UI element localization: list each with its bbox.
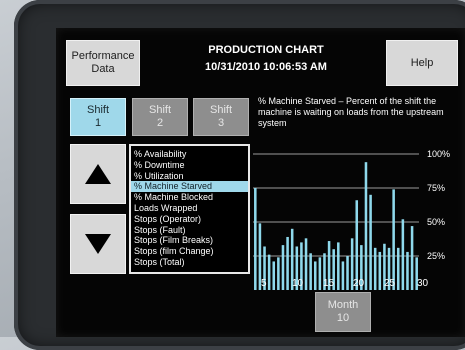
month-label: Month	[327, 299, 359, 311]
x-tick-label: 25	[384, 278, 396, 289]
month-button[interactable]: Month 10	[315, 292, 371, 332]
metric-item-machine-blocked[interactable]: % Machine Blocked	[131, 192, 248, 203]
bar	[346, 256, 349, 290]
bar	[254, 188, 257, 290]
metric-description: % Machine Starved – Percent of the shift…	[258, 96, 444, 128]
scroll-down-button[interactable]	[70, 214, 126, 274]
scroll-up-button[interactable]	[70, 144, 126, 204]
production-bar-chart: 100% 75% 50% 25%	[253, 149, 450, 290]
y-tick-label: 100%	[427, 149, 450, 159]
bar	[318, 257, 322, 290]
triangle-down-icon	[85, 234, 111, 254]
shift-3-button[interactable]: Shift 3	[193, 98, 249, 136]
x-tick-label: 15	[323, 278, 335, 289]
metric-item-stops-film-change[interactable]: Stops (film Change)	[131, 246, 248, 257]
bar	[341, 261, 345, 290]
bar	[286, 236, 289, 290]
shift-1-button[interactable]: Shift 1	[70, 98, 126, 136]
performance-data-label: Performance Data	[71, 50, 135, 75]
shift-2-label: Shift	[148, 104, 171, 116]
metric-item-availability[interactable]: % Availability	[131, 149, 248, 160]
metric-item-stops-fault[interactable]: Stops (Fault)	[131, 225, 248, 236]
bar	[396, 247, 400, 290]
metric-item-utilization[interactable]: % Utilization	[131, 171, 248, 182]
bar	[337, 242, 340, 290]
metric-item-machine-starved[interactable]: % Machine Starved	[131, 181, 248, 193]
triangle-up-icon	[85, 164, 111, 184]
metric-list: % Availability % Downtime % Utilization …	[129, 144, 250, 274]
help-label: Help	[410, 56, 434, 69]
bar	[369, 194, 372, 290]
metric-item-downtime[interactable]: % Downtime	[131, 160, 248, 171]
shift-2-number: 2	[156, 117, 164, 129]
metric-item-stops-total[interactable]: Stops (Total)	[131, 257, 248, 268]
bar	[309, 253, 312, 290]
shift-1-label: Shift	[86, 104, 109, 116]
datetime-readout: 10/31/2010 10:06:53 AM	[205, 61, 327, 73]
page-title: PRODUCTION CHART 10/31/2010 10:06:53 AM	[171, 42, 361, 76]
bar	[392, 189, 395, 290]
bar	[410, 226, 414, 290]
performance-data-button[interactable]: Performance Data	[66, 40, 140, 86]
y-tick-label: 75%	[427, 183, 445, 193]
shift-1-number: 1	[94, 117, 102, 129]
bar	[281, 245, 285, 290]
x-tick-label: 20	[353, 278, 365, 289]
y-tick-label: 50%	[427, 217, 445, 227]
y-tick-label: 25%	[427, 251, 445, 261]
shift-3-number: 3	[217, 117, 225, 129]
metric-item-stops-operator[interactable]: Stops (Operator)	[131, 214, 248, 225]
bar	[355, 200, 359, 290]
help-button[interactable]: Help	[386, 40, 458, 86]
bar	[373, 247, 377, 290]
bar	[272, 261, 276, 290]
bar	[267, 254, 271, 290]
x-tick-label: 30	[417, 278, 429, 289]
bar	[378, 251, 382, 290]
month-number: 10	[336, 312, 350, 324]
metric-item-stops-film-breaks[interactable]: Stops (Film Breaks)	[131, 235, 248, 246]
bar	[304, 238, 308, 290]
hmi-screen: Performance Data PRODUCTION CHART 10/31/…	[56, 28, 465, 337]
bar	[364, 162, 368, 290]
bar	[277, 257, 280, 290]
chart-title: PRODUCTION CHART	[208, 44, 324, 56]
metric-item-loads-wrapped[interactable]: Loads Wrapped	[131, 203, 248, 214]
bar	[401, 219, 405, 290]
bar	[313, 261, 317, 290]
shift-2-button[interactable]: Shift 2	[132, 98, 188, 136]
bar	[406, 251, 409, 290]
shift-3-label: Shift	[209, 104, 232, 116]
x-tick-label: 5	[261, 278, 267, 289]
x-tick-label: 10	[292, 278, 304, 289]
